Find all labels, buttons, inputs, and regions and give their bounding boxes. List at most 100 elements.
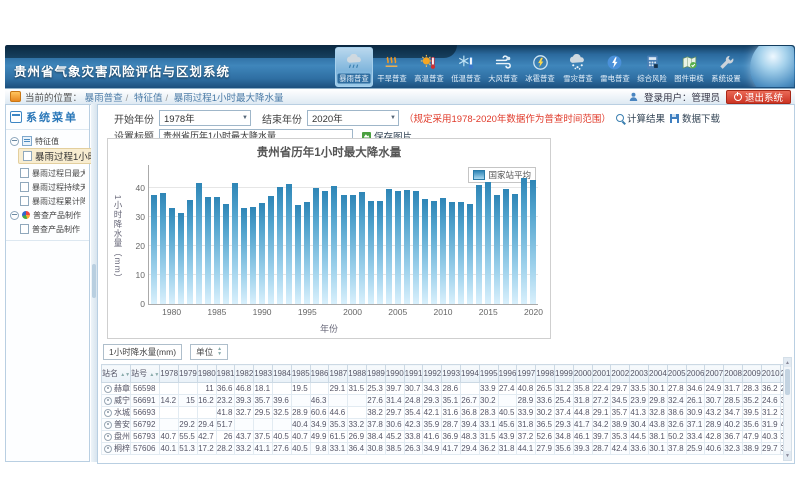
value-cell: 29.3: [555, 419, 574, 431]
chart-bar-2009: [431, 201, 437, 304]
value-cell: 37.5: [254, 431, 273, 443]
station-id-cell: 57606: [131, 443, 160, 455]
station-name-cell[interactable]: 盘州: [102, 431, 131, 443]
tree-item-cumulative-precip[interactable]: 暴雨过程累计降水量: [18, 194, 87, 208]
value-cell: 27.6: [273, 443, 292, 455]
value-cell: [329, 395, 348, 407]
value-cell: 26.7: [461, 395, 480, 407]
tree-group-product[interactable]: 普查产品制作: [8, 208, 87, 222]
nav-high-temp[interactable]: 高温普查: [410, 47, 447, 87]
list-icon: [22, 136, 32, 146]
value-cell: 17.2: [197, 443, 216, 455]
calculate-button[interactable]: 计算结果: [616, 111, 665, 125]
system-title: 贵州省气象灾害风险评估与区划系统: [14, 61, 230, 80]
chart-bar-1985: [214, 197, 220, 304]
table-row-56792: 普安5679229.229.451.740.434.935.333.237.83…: [102, 419, 793, 431]
value-cell: [461, 383, 480, 395]
row-expand-icon[interactable]: [104, 409, 112, 417]
tree-item-duration-days[interactable]: 暴雨过程持续天数: [18, 180, 87, 194]
chart-bar-1996: [313, 188, 319, 304]
breadcrumb-item-3[interactable]: 暴雨过程1小时最大降水量: [174, 93, 284, 104]
row-expand-icon[interactable]: [104, 397, 112, 405]
start-year-select[interactable]: 1978年▼: [159, 110, 251, 126]
value-cell: 23.9: [630, 395, 649, 407]
scroll-thumb[interactable]: [785, 369, 790, 395]
value-cell: 32.8: [649, 407, 668, 419]
scroll-up-arrow[interactable]: ▲: [784, 358, 791, 367]
table-scrollbar[interactable]: ▲ ▼: [783, 357, 792, 461]
breadcrumb-item-1[interactable]: 暴雨普查: [85, 93, 123, 104]
value-cell: 44.6: [329, 407, 348, 419]
row-expand-icon[interactable]: [104, 433, 112, 441]
station-name-cell[interactable]: 水城: [102, 407, 131, 419]
scroll-down-arrow[interactable]: ▼: [784, 451, 791, 460]
chart-bar-1989: [250, 207, 256, 304]
x-tick-label: 1995: [298, 307, 317, 317]
value-cell: 35.9: [423, 419, 442, 431]
value-cell: 36.9: [442, 431, 461, 443]
breadcrumb-item-2[interactable]: 特征值: [134, 93, 163, 104]
value-cell: 33.6: [536, 395, 555, 407]
x-tick-label: 2000: [343, 307, 362, 317]
logout-button[interactable]: 退出系统: [726, 90, 791, 104]
data-download-button[interactable]: 数据下载: [670, 111, 720, 125]
end-year-label: 结束年份: [262, 111, 302, 126]
tree-item-product-making[interactable]: 普查产品制作: [18, 222, 87, 236]
tree-item-daily-max-precip[interactable]: 暴雨过程日最大降水量: [18, 166, 87, 180]
x-tick-label: 2015: [479, 307, 498, 317]
map-audit-icon: [681, 52, 698, 72]
station-name-header[interactable]: 站名 ▲▼: [102, 365, 131, 383]
table-row-56691: 威宁5669114.21516.223.239.335.739.646.327.…: [102, 395, 793, 407]
row-expand-icon[interactable]: [104, 421, 112, 429]
value-cell: 41.8: [216, 407, 235, 419]
collapse-icon[interactable]: [10, 137, 19, 146]
nav-drought[interactable]: 干旱普查: [373, 47, 410, 87]
value-cell: 40.4: [291, 419, 310, 431]
row-expand-icon[interactable]: [104, 445, 112, 453]
nav-map-audit[interactable]: 图件审核: [671, 47, 708, 87]
value-cell: 31.7: [724, 383, 743, 395]
collapse-icon[interactable]: [10, 211, 19, 220]
value-cell: 43.9: [498, 431, 517, 443]
value-cell: 35.1: [442, 395, 461, 407]
chart-x-axis-label: 年份: [108, 322, 550, 335]
station-name-cell[interactable]: 普安: [102, 419, 131, 431]
nav-rainstorm[interactable]: 暴雨普查: [335, 47, 373, 87]
station-name-cell[interactable]: 赫章: [102, 383, 131, 395]
value-cell: 27.8: [667, 383, 686, 395]
nav-wind[interactable]: 大风普查: [485, 47, 522, 87]
unit-chip[interactable]: 单位 ▲▼: [190, 344, 228, 360]
row-expand-icon[interactable]: [104, 385, 112, 393]
nav-low-temp[interactable]: 低温普查: [447, 47, 484, 87]
nav-hail[interactable]: 冰雹普查: [522, 47, 559, 87]
end-year-select[interactable]: 2020年▼: [307, 110, 399, 126]
chart-bar-1988: [241, 208, 247, 304]
year-header-1995: 1995: [479, 365, 498, 383]
value-type-chip[interactable]: 1小时降水量(mm): [103, 344, 182, 360]
nav-composite-risk[interactable]: 综合风险: [633, 47, 670, 87]
value-cell: 30.7: [404, 383, 423, 395]
value-cell: 50.2: [667, 431, 686, 443]
station-name-cell[interactable]: 桐梓: [102, 443, 131, 455]
value-cell: 61.5: [329, 431, 348, 443]
value-cell: 28.7: [442, 419, 461, 431]
value-cell: 35.8: [573, 383, 592, 395]
y-tick-label: 40: [136, 183, 145, 193]
chart-bar-2004: [386, 189, 392, 304]
value-cell: 46.1: [573, 431, 592, 443]
chart-bar-1993: [286, 184, 292, 304]
nav-lightning[interactable]: 雷电普查: [596, 47, 633, 87]
chart-bar-1994: [295, 205, 301, 304]
product-icon: [22, 211, 30, 219]
nav-snow[interactable]: 雪灾普查: [559, 47, 596, 87]
year-header-1990: 1990: [385, 365, 404, 383]
tree-group-characteristic[interactable]: 特征值: [8, 134, 87, 148]
station-id-header[interactable]: 站号 ▲▼: [131, 365, 160, 383]
station-name-cell[interactable]: 威宁: [102, 395, 131, 407]
chart-bar-2015: [485, 182, 491, 304]
value-cell: 29.1: [592, 407, 611, 419]
value-cell: 40.5: [498, 407, 517, 419]
chart-bar-2020: [530, 180, 536, 304]
chart-card: 贵州省历年1小时最大降水量 1小时降水量（mm） 国家站平均 010203040…: [107, 138, 551, 339]
value-cell: 32.6: [667, 419, 686, 431]
